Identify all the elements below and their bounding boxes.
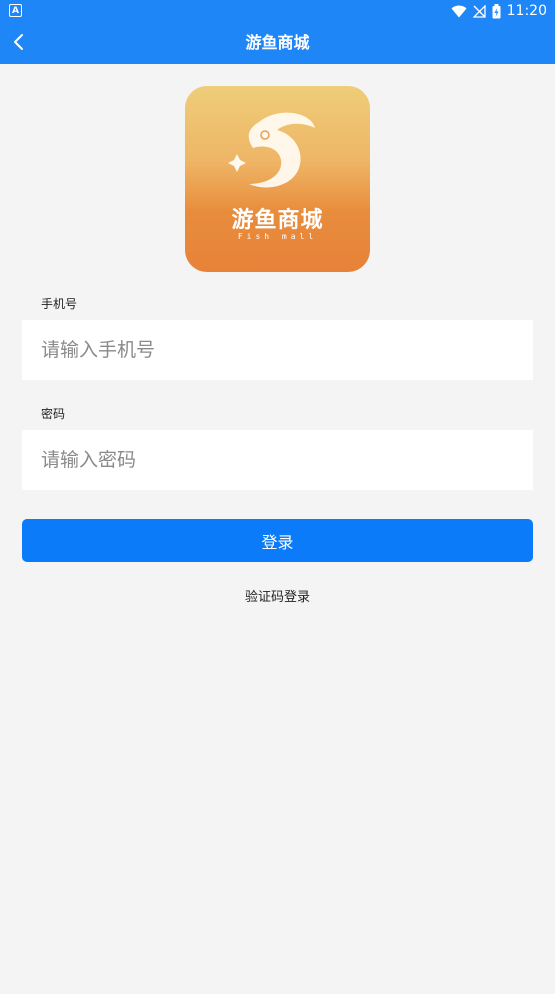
phone-label: 手机号 bbox=[41, 297, 78, 311]
no-signal-icon bbox=[472, 4, 486, 18]
wifi-icon bbox=[451, 5, 467, 18]
sms-code-login-link[interactable]: 验证码登录 bbox=[0, 586, 555, 605]
app-logo: 游鱼商城 Fish mall bbox=[185, 86, 370, 272]
login-button[interactable]: 登录 bbox=[22, 519, 533, 562]
app-notification-icon: A bbox=[9, 4, 22, 17]
password-label: 密码 bbox=[41, 407, 66, 421]
phone-input[interactable] bbox=[22, 320, 533, 380]
fish-logo-icon bbox=[228, 112, 315, 188]
status-right-group: 11:20 bbox=[451, 0, 547, 22]
logo-english-text: Fish mall bbox=[237, 232, 318, 241]
status-time: 11:20 bbox=[506, 3, 547, 19]
password-input[interactable] bbox=[22, 430, 533, 490]
status-bar: A 11:20 bbox=[0, 0, 555, 22]
battery-icon bbox=[492, 3, 501, 19]
page-title: 游鱼商城 bbox=[245, 33, 310, 52]
nav-bar: 游鱼商城 bbox=[0, 22, 555, 64]
logo-chinese-text: 游鱼商城 bbox=[231, 208, 324, 233]
